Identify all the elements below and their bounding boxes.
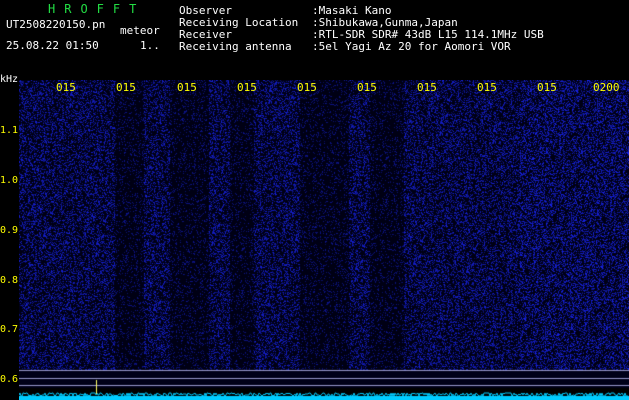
- y-tick-label: 1.1: [0, 125, 19, 136]
- x-tick-label: 015: [237, 81, 257, 94]
- header-panel: HROFFT UT2508220150.pn meteor 25.08.22 0…: [0, 0, 629, 72]
- date-time: 25.08.22 01:50: [6, 39, 99, 52]
- x-tick-label: 015: [357, 81, 377, 94]
- y-tick-label: 0.9: [0, 225, 19, 236]
- x-tick-label: 015: [297, 81, 317, 94]
- count-label: 1..: [140, 39, 160, 52]
- antenna-label: Receiving antenna: [179, 40, 292, 53]
- x-tick-label: 015: [417, 81, 437, 94]
- x-tick-label: 015: [116, 81, 136, 94]
- y-tick-label: 0.8: [0, 275, 19, 286]
- file-name: UT2508220150.pn: [6, 18, 106, 31]
- x-tick-label: 015: [177, 81, 197, 94]
- x-tick-label: 0200: [593, 81, 620, 94]
- tag-label: meteor: [120, 24, 160, 37]
- antenna-value: :5el Yagi Az 20 for Aomori VOR: [312, 40, 511, 53]
- y-tick-label: 0.7: [0, 324, 19, 335]
- app-name: HROFFT: [48, 2, 146, 16]
- y-tick-label: 0.6: [0, 374, 19, 385]
- x-tick-label: 015: [56, 81, 76, 94]
- waterfall-spectrogram: [19, 80, 629, 400]
- y-tick-label: 1.0: [0, 175, 19, 186]
- x-tick-label: 015: [477, 81, 497, 94]
- x-tick-label: 015: [537, 81, 557, 94]
- y-axis-unit: kHz: [0, 74, 19, 85]
